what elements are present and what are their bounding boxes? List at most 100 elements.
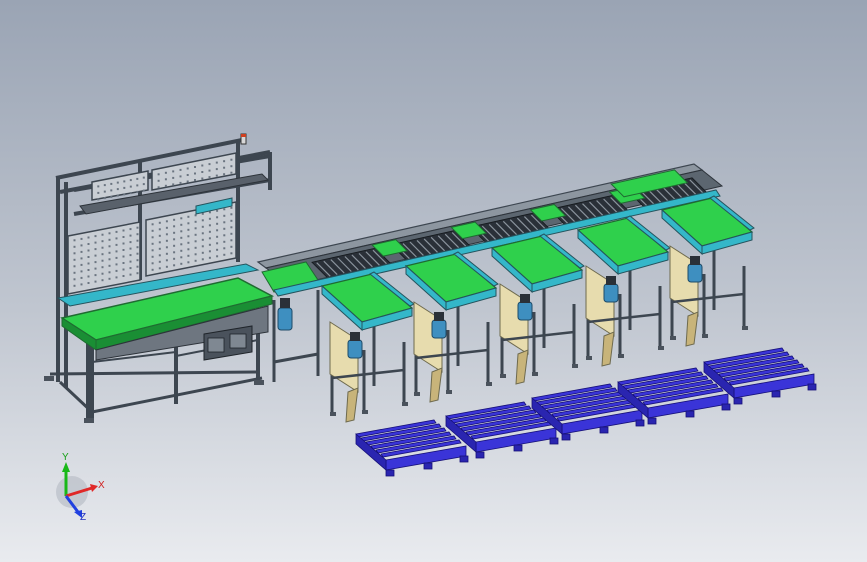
pegboard-hole bbox=[164, 184, 167, 187]
pegboard-hole bbox=[173, 231, 176, 234]
pegboard-hole bbox=[201, 171, 204, 173]
pegboard-hole bbox=[94, 248, 97, 251]
pegboard-hole bbox=[115, 263, 118, 266]
leveling-foot bbox=[532, 372, 538, 376]
pegboard-hole bbox=[123, 193, 126, 196]
branch-conveyor-4 bbox=[576, 215, 671, 367]
branch-conveyor-3 bbox=[490, 233, 585, 385]
branch-motor bbox=[603, 283, 619, 303]
pallet-block bbox=[771, 390, 781, 398]
pegboard-hole bbox=[80, 250, 83, 253]
pegboard-hole bbox=[136, 184, 139, 187]
pegboard-hole bbox=[158, 260, 161, 263]
pegboard-hole bbox=[129, 260, 132, 263]
pegboard-hole bbox=[157, 179, 160, 182]
pegboard-hole bbox=[208, 176, 211, 179]
pegboard-hole bbox=[115, 256, 118, 259]
pegboard-hole bbox=[103, 190, 106, 193]
pegboard-hole bbox=[122, 236, 125, 238]
pegboard-hole bbox=[216, 209, 219, 212]
leveling-foot bbox=[446, 390, 452, 394]
pegboard-hole bbox=[208, 250, 211, 253]
pegboard-hole bbox=[201, 232, 204, 235]
gearbox bbox=[350, 332, 360, 341]
branch-conveyor-2 bbox=[404, 251, 499, 403]
pegboard-hole bbox=[142, 183, 145, 186]
pegboard-hole bbox=[151, 268, 154, 271]
pegboard-hole bbox=[151, 255, 154, 258]
branch-conveyor-5 bbox=[660, 195, 755, 347]
branch-motor bbox=[687, 263, 703, 283]
leveling-foot bbox=[618, 354, 624, 358]
pegboard-hole bbox=[230, 206, 233, 209]
z-axis-label: Z bbox=[80, 512, 86, 523]
pegboard-hole bbox=[187, 254, 190, 257]
pegboard-hole bbox=[201, 258, 204, 261]
pegboard-hole bbox=[223, 166, 226, 169]
pegboard-hole bbox=[223, 240, 226, 243]
pegboard-hole bbox=[179, 175, 182, 178]
pegboard-hole bbox=[80, 276, 83, 279]
pegboard-hole bbox=[208, 163, 211, 166]
pegboard-hole bbox=[108, 232, 111, 235]
pegboard-hole bbox=[87, 256, 90, 258]
pegboard-hole bbox=[73, 278, 76, 281]
pegboard-hole bbox=[194, 166, 196, 168]
pegboard-hole bbox=[194, 220, 197, 223]
pegboard-hole bbox=[129, 241, 132, 244]
pegboard-hole bbox=[136, 259, 139, 262]
pegboard-hole bbox=[180, 262, 183, 265]
pegboard-hole bbox=[187, 222, 190, 225]
pallet-block bbox=[599, 426, 609, 434]
pegboard-hole bbox=[122, 242, 125, 245]
pallets bbox=[355, 347, 817, 477]
pegboard-hole bbox=[73, 271, 76, 274]
pegboard-hole bbox=[194, 240, 197, 243]
pegboard-hole bbox=[115, 237, 118, 240]
pegboard-hole bbox=[180, 256, 183, 259]
leveling-foot bbox=[586, 356, 592, 360]
pegboard-hole bbox=[73, 239, 76, 242]
pegboard-hole bbox=[103, 197, 106, 200]
pegboard-hole bbox=[230, 213, 233, 216]
pegboard-hole bbox=[151, 242, 154, 245]
pegboard-hole bbox=[108, 277, 111, 280]
pegboard-hole bbox=[80, 244, 83, 247]
pegboard-hole bbox=[97, 185, 100, 188]
pegboard-hole bbox=[87, 262, 90, 265]
leveling-foot bbox=[414, 392, 420, 396]
pegboard-hole bbox=[108, 245, 111, 248]
leveling-foot bbox=[500, 374, 506, 378]
pegboard-hole bbox=[94, 241, 97, 244]
pegboard-hole bbox=[187, 228, 190, 231]
pegboard-hole bbox=[151, 249, 154, 252]
pegboard-hole bbox=[194, 179, 196, 181]
pegboard-hole bbox=[101, 233, 104, 236]
pegboard-hole bbox=[87, 275, 90, 278]
pegboard-hole bbox=[136, 226, 139, 229]
pegboard-hole bbox=[187, 241, 190, 244]
pegboard-hole bbox=[151, 236, 154, 239]
pegboard-hole bbox=[136, 177, 139, 180]
pegboard-hole bbox=[108, 251, 111, 254]
pegboard-hole bbox=[158, 221, 161, 224]
pegboard-hole bbox=[101, 246, 104, 249]
pegboard-hole bbox=[87, 282, 90, 284]
pallet-block bbox=[647, 417, 657, 425]
cad-scene: Y X Z bbox=[44, 133, 817, 523]
pegboard-hole bbox=[165, 239, 168, 242]
pegboard-hole bbox=[94, 280, 97, 283]
pallet-block bbox=[733, 397, 743, 405]
pegboard-hole bbox=[187, 235, 190, 238]
pegboard-hole bbox=[223, 214, 226, 217]
pegboard-hole bbox=[208, 224, 211, 227]
gearbox bbox=[434, 312, 444, 321]
pegboard-hole bbox=[165, 259, 168, 262]
pegboard-hole bbox=[173, 225, 176, 228]
pegboard-hole bbox=[172, 170, 175, 173]
pegboard-hole bbox=[136, 265, 139, 268]
infeed-motor bbox=[277, 298, 293, 331]
pegboard-hole bbox=[215, 174, 218, 177]
pegboard-hole bbox=[194, 227, 197, 230]
pegboard-hole bbox=[165, 265, 168, 268]
